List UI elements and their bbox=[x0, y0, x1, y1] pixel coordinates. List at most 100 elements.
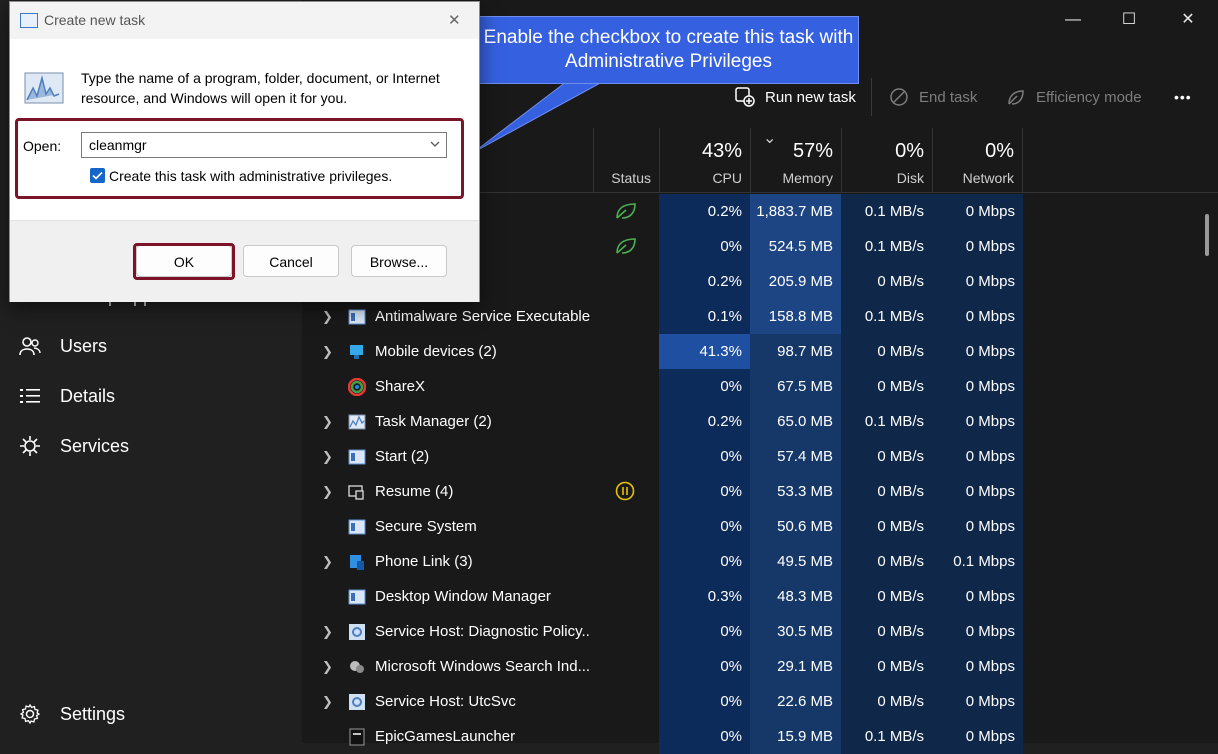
resume-icon bbox=[348, 483, 366, 501]
browse-button[interactable]: Browse... bbox=[351, 245, 447, 277]
expand-chevron-icon[interactable]: ❯ bbox=[322, 334, 336, 369]
expand-chevron-icon[interactable]: ❯ bbox=[322, 474, 336, 509]
process-network: 0 Mbps bbox=[932, 719, 1023, 754]
sort-chevron-icon: ⌄ bbox=[763, 130, 777, 147]
table-row[interactable]: Desktop Window Manager 0.3% 48.3 MB 0 MB/s 0… bbox=[302, 579, 1023, 614]
efficiency-leaf-icon bbox=[616, 238, 636, 254]
process-cpu: 0% bbox=[659, 544, 750, 579]
process-cpu: 0% bbox=[659, 719, 750, 754]
process-cpu: 0.2% bbox=[659, 264, 750, 299]
process-name: Mobile devices (2) bbox=[375, 343, 497, 360]
process-cpu: 0% bbox=[659, 509, 750, 544]
table-row[interactable]: ❯ Microsoft Windows Search Ind... 0% 29.1 M… bbox=[302, 649, 1023, 684]
process-status bbox=[593, 334, 659, 369]
table-row[interactable]: ❯ Resume (4) 0% 53.3 MB 0 MB/s 0 Mbps bbox=[302, 474, 1023, 509]
toolbar-divider bbox=[871, 78, 872, 116]
sharex-icon bbox=[347, 377, 367, 397]
table-row[interactable]: ❯ Service Host: Diagnostic Policy... 0% 30.… bbox=[302, 614, 1023, 649]
network-column-header[interactable]: 0% Network bbox=[932, 128, 1023, 192]
process-network: 0 Mbps bbox=[932, 439, 1023, 474]
dialog-description: Type the name of a program, folder, docu… bbox=[81, 70, 440, 106]
search-indexer-icon bbox=[348, 658, 366, 676]
expand-chevron-icon[interactable]: ❯ bbox=[322, 544, 336, 579]
process-memory: 65.0 MB bbox=[750, 404, 841, 439]
process-network: 0 Mbps bbox=[932, 474, 1023, 509]
process-memory: 57.4 MB bbox=[750, 439, 841, 474]
network-total-percent: 0% bbox=[985, 140, 1014, 162]
sidebar-item-users[interactable]: Users bbox=[18, 328, 107, 364]
process-status bbox=[593, 194, 659, 229]
minimize-button[interactable]: — bbox=[1053, 6, 1093, 34]
expand-chevron-icon[interactable]: ❯ bbox=[322, 299, 336, 334]
run-new-task-button[interactable]: Run new task bbox=[734, 84, 856, 110]
process-name: ShareX bbox=[375, 378, 426, 395]
table-row[interactable]: Secure System 0% 50.6 MB 0 MB/s 0 Mbps bbox=[302, 509, 1023, 544]
memory-header-label: Memory bbox=[782, 170, 833, 186]
scrollbar-thumb[interactable] bbox=[1205, 214, 1209, 256]
paused-icon bbox=[615, 481, 635, 501]
table-row[interactable]: ShareX 0% 67.5 MB 0 MB/s 0 Mbps bbox=[302, 369, 1023, 404]
process-memory: 22.6 MB bbox=[750, 684, 841, 719]
close-window-button[interactable]: ✕ bbox=[1168, 6, 1208, 34]
process-cpu: 0% bbox=[659, 439, 750, 474]
table-row[interactable]: ❯ Task Manager (2) 0.2% 65.0 MB 0.1 MB/s 0 Mb… bbox=[302, 404, 1023, 439]
sidebar-item-services[interactable]: Services bbox=[18, 428, 129, 464]
sidebar-item-details[interactable]: Details bbox=[18, 378, 115, 414]
process-memory: 67.5 MB bbox=[750, 369, 841, 404]
disk-total-percent: 0% bbox=[895, 140, 924, 162]
process-cpu: 0.3% bbox=[659, 579, 750, 614]
process-disk: 0 MB/s bbox=[841, 369, 932, 404]
process-disk: 0 MB/s bbox=[841, 474, 932, 509]
table-row[interactable]: EpicGamesLauncher 0% 15.9 MB 0.1 MB/s 0 Mbps bbox=[302, 719, 1023, 754]
process-cpu: 0% bbox=[659, 684, 750, 719]
process-disk: 0.1 MB/s bbox=[841, 719, 932, 754]
process-memory: 15.9 MB bbox=[750, 719, 841, 754]
end-task-button[interactable]: End task bbox=[888, 84, 977, 110]
process-cpu: 0% bbox=[659, 474, 750, 509]
more-options-button[interactable]: ••• bbox=[1174, 84, 1192, 110]
process-cpu: 0.2% bbox=[659, 194, 750, 229]
process-status bbox=[593, 229, 659, 264]
expand-chevron-icon[interactable]: ❯ bbox=[322, 614, 336, 649]
process-status bbox=[593, 579, 659, 614]
cpu-column-header[interactable]: 43% CPU bbox=[659, 128, 750, 192]
process-status bbox=[593, 684, 659, 719]
cancel-button[interactable]: Cancel bbox=[243, 245, 339, 277]
process-disk: 0 MB/s bbox=[841, 334, 932, 369]
expand-chevron-icon[interactable]: ❯ bbox=[322, 404, 336, 439]
process-cpu: 0% bbox=[659, 229, 750, 264]
table-row[interactable]: ❯ Phone Link (3) 0% 49.5 MB 0 MB/s 0.1 Mbps bbox=[302, 544, 1023, 579]
efficiency-mode-button[interactable]: Efficiency mode bbox=[1005, 84, 1142, 110]
process-name: Desktop Window Manager bbox=[375, 588, 551, 605]
table-row[interactable]: ❯ Mobile devices (2) 41.3% 98.7 MB 0 MB/s 0 M… bbox=[302, 334, 1023, 369]
process-name: Service Host: UtcSvc bbox=[375, 693, 516, 710]
dialog-close-button[interactable]: ✕ bbox=[448, 11, 461, 29]
process-status bbox=[593, 544, 659, 579]
sidebar-item-label: Services bbox=[60, 435, 130, 456]
dialog-title: Create new task bbox=[44, 12, 146, 28]
maximize-button[interactable]: ☐ bbox=[1109, 6, 1149, 34]
table-row[interactable]: ❯ Antimalware Service Executable 0.1% 158.8… bbox=[302, 299, 1023, 334]
epic-games-icon bbox=[348, 728, 366, 746]
process-name: EpicGamesLauncher bbox=[375, 728, 516, 745]
process-memory: 1,883.7 MB bbox=[750, 194, 841, 229]
process-memory: 524.5 MB bbox=[750, 229, 841, 264]
table-row[interactable]: ❯ Start (2) 0% 57.4 MB 0 MB/s 0 Mbps bbox=[302, 439, 1023, 474]
process-status bbox=[593, 369, 659, 404]
sidebar-item-settings[interactable]: Settings bbox=[18, 696, 125, 732]
process-disk: 0 MB/s bbox=[841, 649, 932, 684]
memory-column-header[interactable]: ⌄ 57% Memory bbox=[750, 128, 841, 192]
table-row[interactable]: ❯ Service Host: UtcSvc 0% 22.6 MB 0 MB/s 0 Mb… bbox=[302, 684, 1023, 719]
expand-chevron-icon[interactable]: ❯ bbox=[322, 439, 336, 474]
disk-column-header[interactable]: 0% Disk bbox=[841, 128, 932, 192]
leaf-icon bbox=[1005, 86, 1027, 108]
process-disk: 0 MB/s bbox=[841, 579, 932, 614]
expand-chevron-icon[interactable]: ❯ bbox=[322, 649, 336, 684]
process-network: 0 Mbps bbox=[932, 614, 1023, 649]
process-name: Secure System bbox=[375, 518, 477, 535]
run-icon bbox=[24, 72, 64, 109]
process-network: 0 Mbps bbox=[932, 264, 1023, 299]
process-network: 0 Mbps bbox=[932, 404, 1023, 439]
expand-chevron-icon[interactable]: ❯ bbox=[322, 684, 336, 719]
service-gear-icon bbox=[348, 623, 366, 641]
